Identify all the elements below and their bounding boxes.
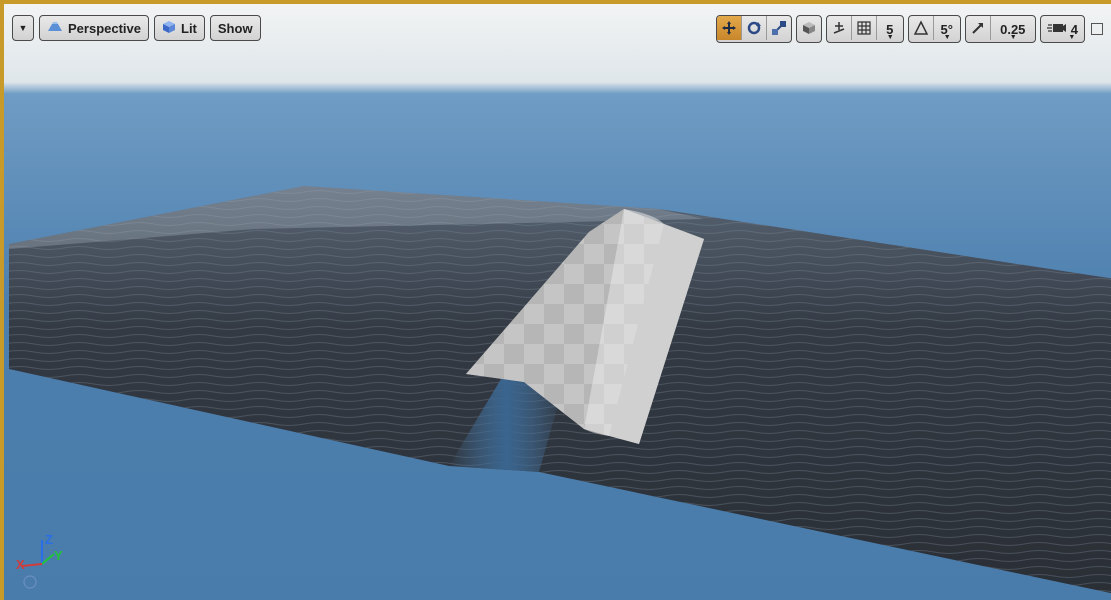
scale-snap-value[interactable]: 0.25 ▼ [991, 16, 1035, 42]
perspective-label: Perspective [68, 20, 141, 36]
coordinate-space-group [795, 15, 822, 43]
camera-speed-icon [1046, 21, 1067, 38]
chevron-down-icon: ▼ [943, 34, 951, 41]
grid-snap-icon[interactable] [852, 16, 877, 40]
lit-cube-icon [162, 20, 176, 37]
level-viewport[interactable]: ▼ Perspective Lit Show 5 ▼ 5° ▼ 0.25 ▼ 4… [0, 0, 1111, 600]
viewport-scene[interactable] [4, 4, 1111, 600]
world-local-icon[interactable] [797, 16, 821, 40]
lit-label: Lit [181, 20, 197, 36]
perspective-icon [47, 21, 63, 36]
scale-snap-group: 0.25 ▼ [964, 15, 1036, 43]
rotate-icon[interactable] [742, 16, 767, 40]
perspective-button[interactable]: Perspective [39, 15, 149, 41]
transform-mode-group [715, 15, 792, 43]
dropdown-caret-icon: ▼ [18, 23, 28, 33]
maximize-icon[interactable] [1091, 23, 1103, 35]
scale-icon[interactable] [767, 16, 791, 40]
viewport-options-button[interactable]: ▼ [12, 15, 34, 41]
axis-x-label: X [16, 557, 25, 572]
show-button[interactable]: Show [209, 15, 261, 41]
camera-speed-group: 4 ▼ [1039, 15, 1085, 43]
show-label: Show [217, 20, 253, 36]
translate-icon[interactable] [716, 16, 742, 40]
viewport-toolbar-right: 5 ▼ 5° ▼ 0.25 ▼ 4 ▼ [715, 15, 1103, 43]
chevron-down-icon: ▼ [886, 34, 894, 41]
grid-snap-value[interactable]: 5 ▼ [877, 16, 903, 42]
rotation-snap-value[interactable]: 5° ▼ [934, 16, 960, 42]
scale-snap-icon[interactable] [966, 16, 991, 40]
axis-gizmo: Z Y X [14, 532, 74, 594]
axis-y-label: Y [54, 548, 63, 563]
lit-button[interactable]: Lit [154, 15, 205, 41]
chevron-down-icon: ▼ [1009, 34, 1017, 41]
surface-snap-icon[interactable] [827, 16, 852, 40]
viewport-toolbar-left: ▼ Perspective Lit Show [12, 15, 261, 41]
axis-z-label: Z [45, 532, 53, 547]
snap-settings-group: 5 ▼ [825, 15, 904, 43]
chevron-down-icon: ▼ [1068, 34, 1076, 41]
camera-speed-button[interactable]: 4 ▼ [1041, 16, 1084, 42]
rotation-snap-icon[interactable] [909, 16, 934, 40]
rotation-snap-group: 5° ▼ [907, 15, 961, 43]
